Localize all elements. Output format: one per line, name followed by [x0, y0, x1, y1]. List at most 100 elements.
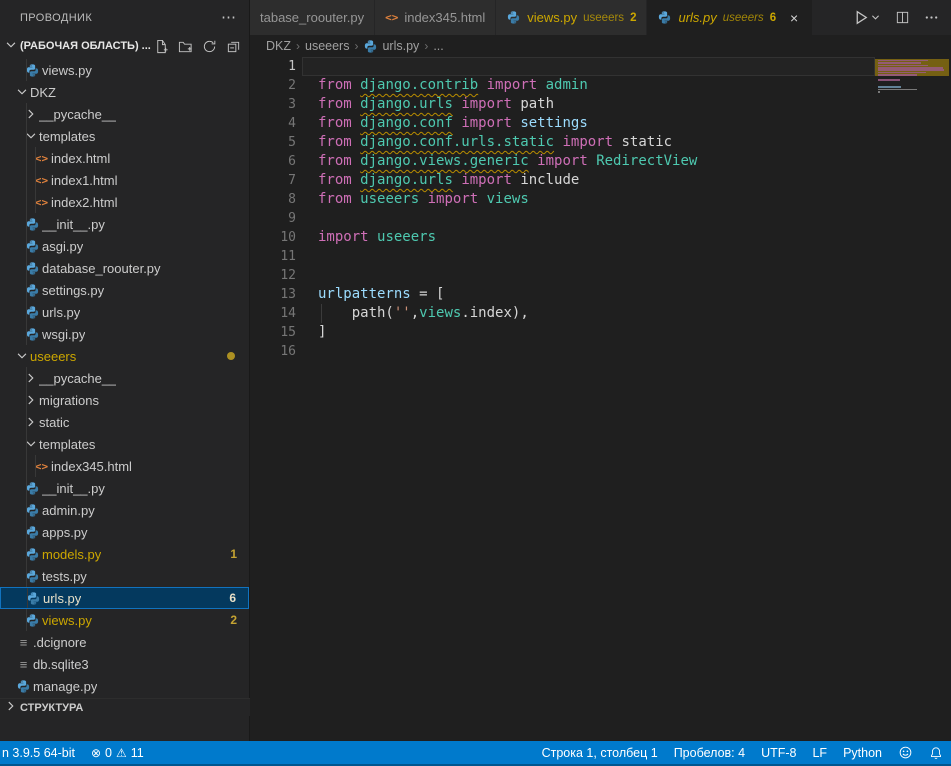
python-icon — [506, 10, 521, 25]
tree-folder--pycache-[interactable]: __pycache__ — [0, 367, 249, 389]
tab-index345-html[interactable]: <>index345.html — [375, 0, 496, 35]
minimap-line — [878, 72, 926, 74]
breadcrumb-item[interactable]: urls.py — [363, 39, 419, 54]
run-button[interactable] — [853, 9, 881, 26]
tree-file-tests-py[interactable]: tests.py — [0, 565, 249, 587]
tree-folder--pycache-[interactable]: __pycache__ — [0, 103, 249, 125]
code-line-14[interactable]: path('',views.index), — [318, 304, 875, 323]
python-version-status[interactable]: n 3.9.5 64-bit — [0, 741, 83, 764]
tab-urls-py[interactable]: urls.pyuseeers6× — [647, 0, 813, 35]
tree-folder-migrations[interactable]: migrations — [0, 389, 249, 411]
code-content[interactable]: from django.contrib import adminfrom dja… — [318, 57, 875, 361]
indent-guide — [35, 455, 36, 477]
tab-problems-badge: 6 — [770, 12, 776, 24]
code-line-10[interactable]: import useeers — [318, 228, 875, 247]
tree-file-views-py[interactable]: views.py2 — [0, 609, 249, 631]
close-icon[interactable]: × — [786, 10, 802, 26]
tree-item-label: .dcignore — [33, 635, 86, 650]
code-editor[interactable]: 12345678910111213141516 from django.cont… — [250, 57, 951, 741]
tree-item-label: index1.html — [51, 173, 117, 188]
refresh-icon[interactable] — [202, 39, 217, 54]
code-line-15[interactable]: ] — [318, 323, 875, 342]
tree-folder-templates[interactable]: templates — [0, 125, 249, 147]
line-number: 14 — [250, 304, 296, 323]
code-line-13[interactable]: urlpatterns = [ — [318, 285, 875, 304]
editor-group: tabase_roouter.py<>index345.htmlviews.py… — [250, 0, 951, 741]
new-file-icon[interactable] — [154, 39, 169, 54]
tree-file-urls-py[interactable]: urls.py6 — [0, 587, 249, 609]
breadcrumb-item[interactable]: DKZ — [266, 39, 291, 53]
tree-folder-dkz[interactable]: DKZ — [0, 81, 249, 103]
breadcrumb-item[interactable]: useeers — [305, 39, 349, 53]
breadcrumb-item[interactable]: ... — [433, 39, 443, 53]
code-line-2[interactable]: from django.contrib import admin — [318, 76, 875, 95]
language-mode-status[interactable]: Python — [835, 741, 890, 764]
encoding-status[interactable]: UTF-8 — [753, 741, 804, 764]
tree-file-apps-py[interactable]: apps.py — [0, 521, 249, 543]
code-line-8[interactable]: from useeers import views — [318, 190, 875, 209]
more-actions-icon[interactable] — [924, 10, 939, 25]
tree-file-index2-html[interactable]: <>index2.html — [0, 191, 249, 213]
code-line-11[interactable] — [318, 247, 875, 266]
tab-views-py[interactable]: views.pyuseeers2 — [496, 0, 647, 35]
tab-tabase-roouter-py[interactable]: tabase_roouter.py — [250, 0, 375, 35]
new-folder-icon[interactable] — [178, 39, 193, 54]
tree-file-wsgi-py[interactable]: wsgi.py — [0, 323, 249, 345]
tree-file-urls-py[interactable]: urls.py — [0, 301, 249, 323]
tree-file-index-html[interactable]: <>index.html — [0, 147, 249, 169]
code-line-6[interactable]: from django.views.generic import Redirec… — [318, 152, 875, 171]
feedback-status[interactable] — [890, 741, 921, 764]
more-actions-button[interactable] — [924, 10, 939, 25]
run-icon[interactable] — [853, 9, 870, 26]
tree-file-views-py[interactable]: views.py — [0, 59, 249, 81]
code-line-5[interactable]: from django.conf.urls.static import stat… — [318, 133, 875, 152]
tree-file-asgi-py[interactable]: asgi.py — [0, 235, 249, 257]
tree-file-index345-html[interactable]: <>index345.html — [0, 455, 249, 477]
code-line-16[interactable] — [318, 342, 875, 361]
tree-file-index1-html[interactable]: <>index1.html — [0, 169, 249, 191]
code-line-3[interactable]: from django.urls import path — [318, 95, 875, 114]
tree-file-manage-py[interactable]: manage.py — [0, 675, 249, 697]
indent-guide — [26, 235, 27, 257]
new-file-icon[interactable] — [154, 39, 169, 54]
workspace-section-header[interactable]: (РАБОЧАЯ ОБЛАСТЬ) ... — [0, 35, 249, 57]
cursor-position-status[interactable]: Строка 1, столбец 1 — [534, 741, 666, 764]
tree-file-models-py[interactable]: models.py1 — [0, 543, 249, 565]
outline-section-header[interactable]: СТРУКТУРА — [0, 698, 250, 716]
explorer-more-icon[interactable]: ⋯ — [221, 13, 237, 23]
new-folder-icon[interactable] — [178, 39, 193, 54]
minimap-line — [878, 65, 928, 67]
split-editor-button[interactable] — [895, 10, 910, 25]
code-line-1[interactable] — [318, 57, 875, 76]
minimap-line — [878, 86, 901, 88]
tree-file--init-py[interactable]: __init__.py — [0, 213, 249, 235]
feedback-icon[interactable] — [898, 745, 913, 760]
indentation-status[interactable]: Пробелов: 4 — [666, 741, 753, 764]
breadcrumb-separator: › — [422, 39, 430, 53]
tree-folder-useeers[interactable]: useeers — [0, 345, 249, 367]
run-dropdown-icon[interactable] — [870, 12, 881, 23]
tree-file-database-roouter-py[interactable]: database_roouter.py — [0, 257, 249, 279]
minimap[interactable] — [875, 57, 951, 741]
code-line-4[interactable]: from django.conf import settings — [318, 114, 875, 133]
tree-item-label: tests.py — [42, 569, 87, 584]
bell-icon[interactable] — [929, 746, 943, 760]
code-line-12[interactable] — [318, 266, 875, 285]
tree-file--dcignore[interactable]: ≡.dcignore — [0, 631, 249, 653]
collapse-all-icon[interactable] — [226, 39, 241, 54]
tree-file--init-py[interactable]: __init__.py — [0, 477, 249, 499]
tree-folder-templates[interactable]: templates — [0, 433, 249, 455]
problems-status[interactable]: ⊗0 ⚠11 — [83, 741, 152, 764]
tree-file-admin-py[interactable]: admin.py — [0, 499, 249, 521]
tree-item-label: database_roouter.py — [42, 261, 161, 276]
tree-file-db-sqlite3[interactable]: ≡db.sqlite3 — [0, 653, 249, 675]
split-editor-icon[interactable] — [895, 10, 910, 25]
refresh-icon[interactable] — [202, 39, 217, 54]
notifications-status[interactable] — [921, 741, 951, 764]
tree-folder-static[interactable]: static — [0, 411, 249, 433]
tree-file-settings-py[interactable]: settings.py — [0, 279, 249, 301]
collapse-all-icon[interactable] — [226, 39, 241, 54]
code-line-7[interactable]: from django.urls import include — [318, 171, 875, 190]
eol-status[interactable]: LF — [804, 741, 835, 764]
code-line-9[interactable] — [318, 209, 875, 228]
